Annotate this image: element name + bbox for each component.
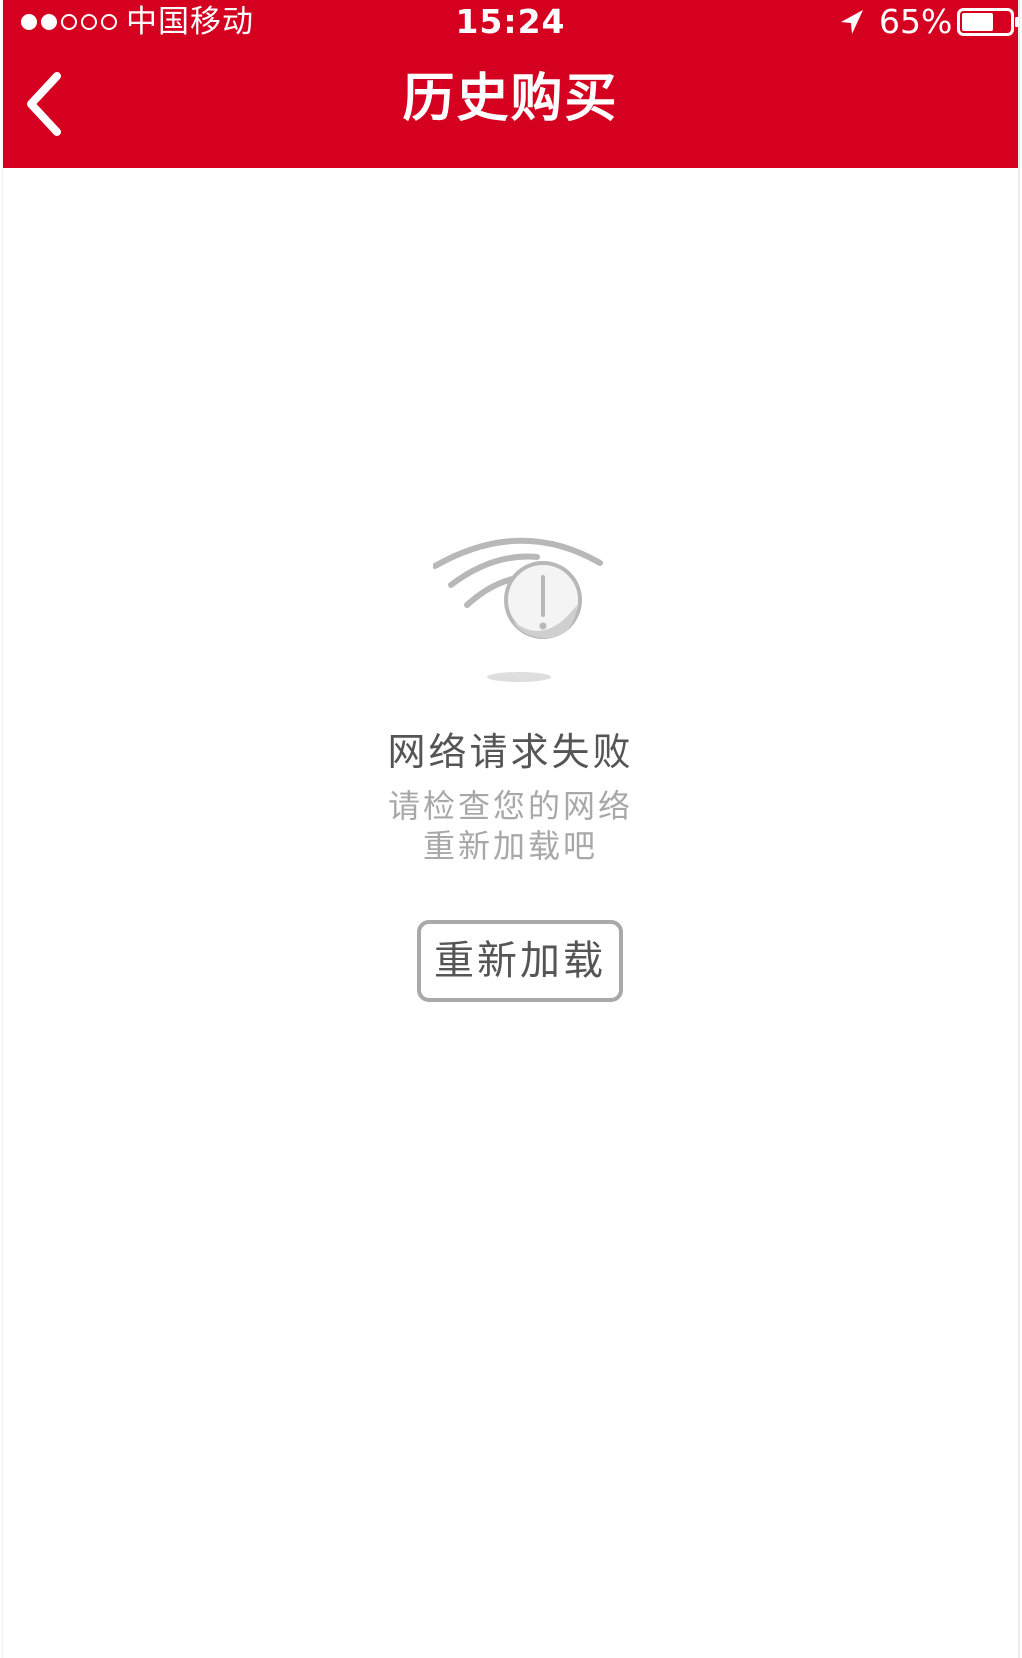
status-bar: 中国移动 15:24 65%: [3, 0, 1019, 44]
error-description-line: 请检查您的网络: [387, 787, 633, 825]
app-screen: 中国移动 15:24 65% 历史购买 网络请求失败 请检查您的网络 重新加载吧…: [2, 0, 1020, 1658]
app-header: 中国移动 15:24 65% 历史购买: [3, 0, 1019, 168]
reload-button[interactable]: 重新加载: [417, 920, 623, 1002]
navigation-bar: 历史购买: [3, 44, 1018, 168]
battery-icon: [957, 8, 1019, 36]
wifi-error-icon: [433, 537, 603, 682]
error-description-line: 重新加载吧: [422, 827, 598, 865]
status-time: 15:24: [455, 2, 566, 41]
battery-percentage: 65%: [879, 2, 953, 41]
error-title: 网络请求失败: [387, 730, 634, 774]
page-title: 历史购买: [402, 69, 619, 129]
error-description: 请检查您的网络 重新加载吧: [3, 786, 1018, 866]
location-arrow-icon: [841, 10, 863, 34]
